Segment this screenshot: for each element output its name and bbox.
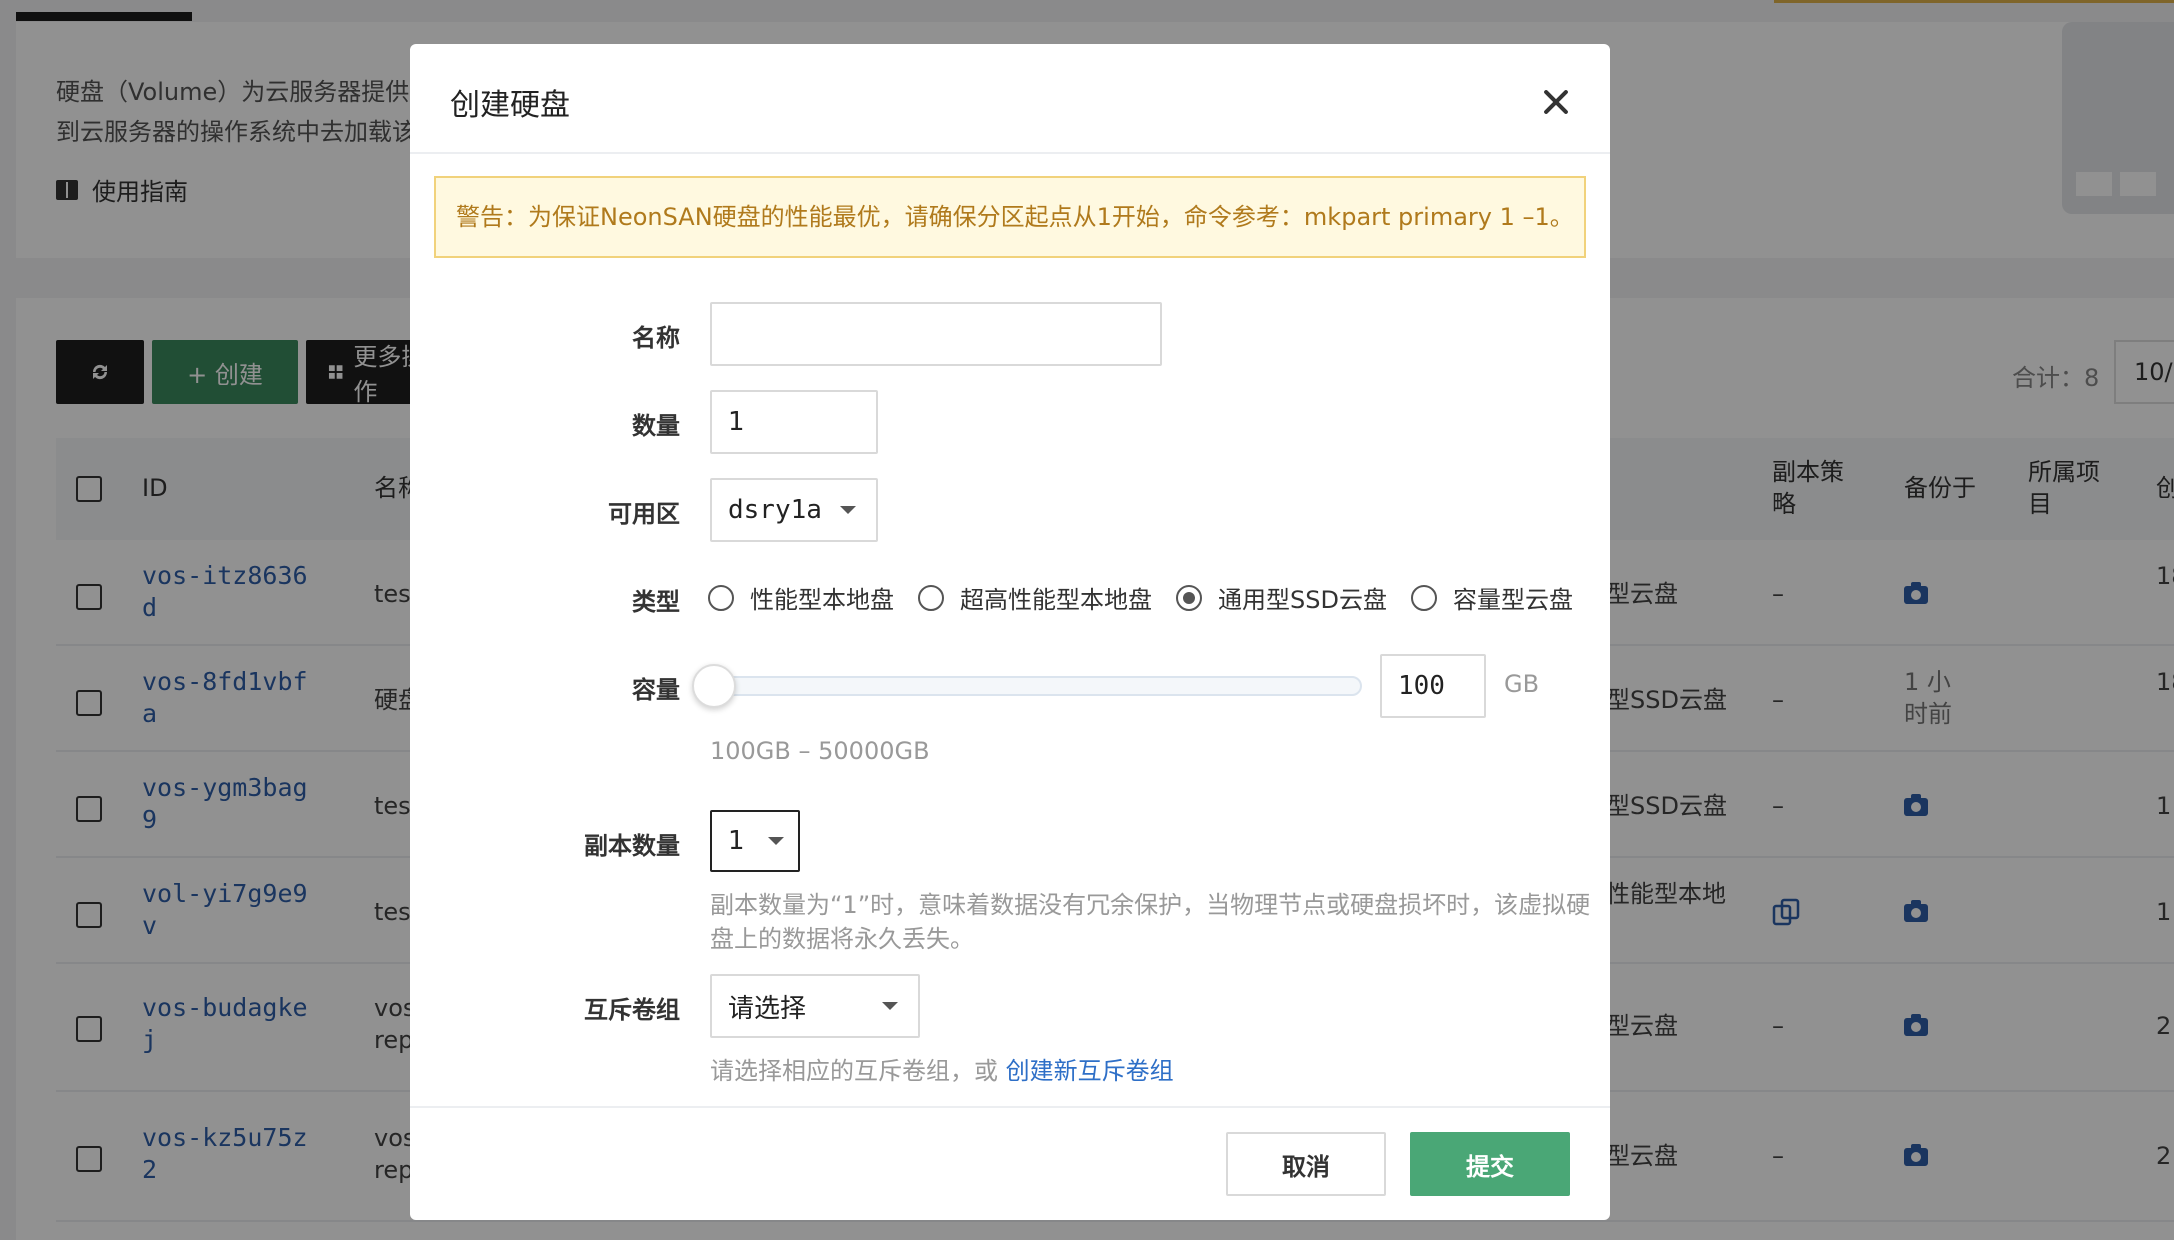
dialog-footer: 取消 提交 <box>410 1106 1610 1220</box>
dialog-header: 创建硬盘 <box>410 44 1610 154</box>
create-volume-dialog: 创建硬盘 警告：为保证NeonSAN硬盘的性能最优，请确保分区起点从1开始，命令… <box>410 44 1610 1220</box>
type-option-local-performance[interactable]: 性能型本地盘 <box>708 580 894 615</box>
replica-warning-hint: 副本数量为“1”时，意味着数据没有冗余保护，当物理节点或硬盘损坏时，该虚拟硬 盘… <box>710 888 1600 956</box>
type-option-label: 超高性能型本地盘 <box>960 586 1152 614</box>
replica-count-label: 副本数量 <box>584 832 680 860</box>
capacity-slider-track[interactable] <box>710 676 1362 696</box>
replica-count-select[interactable]: 1 <box>710 810 800 872</box>
replica-hint-line-2: 盘上的数据将永久丢失。 <box>710 925 974 953</box>
radio-button[interactable] <box>1410 584 1437 611</box>
capacity-slider-handle[interactable] <box>692 664 736 708</box>
quantity-input[interactable]: 1 <box>710 390 878 454</box>
chevron-down-icon <box>768 837 784 845</box>
mutex-group-placeholder: 请选择 <box>728 993 807 1024</box>
type-option-label: 通用型SSD云盘 <box>1218 586 1387 614</box>
radio-button-checked[interactable] <box>1176 584 1202 611</box>
mutex-group-select[interactable]: 请选择 <box>710 974 920 1038</box>
close-icon[interactable] <box>1542 88 1570 116</box>
replica-hint-line-1: 副本数量为“1”时，意味着数据没有冗余保护，当物理节点或硬盘损坏时，该虚拟硬 <box>710 891 1591 919</box>
name-label: 名称 <box>632 324 680 352</box>
capacity-range-hint: 100GB – 50000GB <box>710 737 930 765</box>
zone-select[interactable]: dsry1a <box>710 478 878 542</box>
mutex-group-label: 互斥卷组 <box>584 996 680 1024</box>
quantity-label: 数量 <box>632 412 680 440</box>
submit-button[interactable]: 提交 <box>1410 1132 1570 1196</box>
radio-button[interactable] <box>918 584 944 611</box>
create-mutex-group-link[interactable]: 创建新互斥卷组 <box>1006 1057 1174 1085</box>
mutex-group-hint: 请选择相应的互斥卷组，或 创建新互斥卷组 <box>710 1054 1174 1088</box>
type-option-local-ultra[interactable]: 超高性能型本地盘 <box>918 580 1152 615</box>
capacity-label: 容量 <box>632 676 680 704</box>
capacity-input[interactable]: 100 <box>1380 654 1486 718</box>
dialog-title: 创建硬盘 <box>450 88 570 123</box>
chevron-down-icon <box>840 506 856 514</box>
radio-button[interactable] <box>708 584 734 611</box>
cancel-button[interactable]: 取消 <box>1226 1132 1386 1196</box>
capacity-unit: GB <box>1504 670 1540 698</box>
name-input[interactable] <box>710 302 1162 366</box>
replica-count-value: 1 <box>728 826 745 856</box>
warning-banner: 警告：为保证NeonSAN硬盘的性能最优，请确保分区起点从1开始，命令参考：mk… <box>434 176 1586 258</box>
type-option-capacity-cloud[interactable]: 容量型云盘 <box>1410 580 1573 615</box>
mutex-hint-text: 请选择相应的互斥卷组，或 <box>710 1057 998 1085</box>
type-option-label: 容量型云盘 <box>1452 586 1573 614</box>
type-label: 类型 <box>632 588 680 616</box>
zone-value: dsry1a <box>728 495 822 525</box>
quantity-value: 1 <box>728 407 745 437</box>
type-option-ssd-cloud[interactable]: 通用型SSD云盘 <box>1176 580 1387 615</box>
zone-label: 可用区 <box>608 500 680 528</box>
capacity-value: 100 <box>1398 671 1445 701</box>
type-option-label: 性能型本地盘 <box>750 586 894 614</box>
type-radio-group: 性能型本地盘 超高性能型本地盘 通用型SSD云盘 容量型云盘 <box>708 580 1597 615</box>
chevron-down-icon <box>882 1002 898 1010</box>
